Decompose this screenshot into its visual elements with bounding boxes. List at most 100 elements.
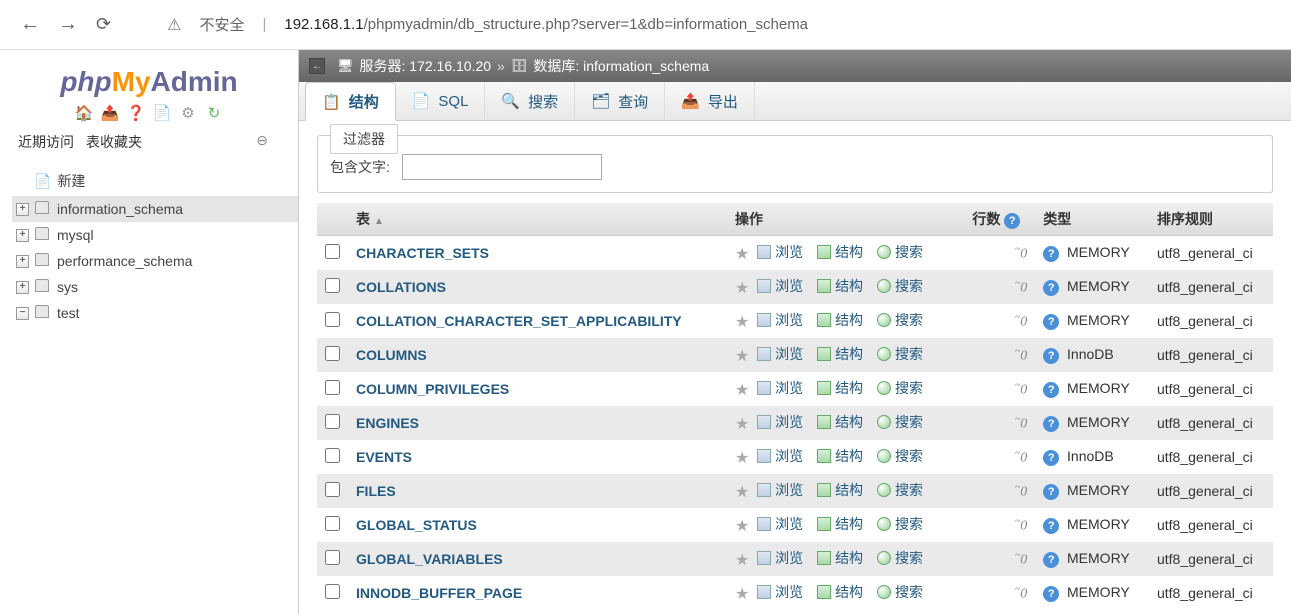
db-item-performance_schema[interactable]: +performance_schema: [12, 248, 298, 274]
help-icon[interactable]: ?: [1043, 518, 1059, 534]
structure-link[interactable]: 结构: [817, 582, 863, 602]
reload-nav-icon[interactable]: ↻: [205, 104, 223, 122]
favorite-star-icon[interactable]: ★: [735, 314, 749, 331]
browse-link[interactable]: 浏览: [757, 344, 803, 364]
browse-link[interactable]: 浏览: [757, 412, 803, 432]
logo[interactable]: phpMyAdmin: [0, 66, 298, 98]
browse-link[interactable]: 浏览: [757, 582, 803, 602]
table-name-link[interactable]: EVENTS: [356, 449, 412, 465]
row-checkbox[interactable]: [325, 516, 340, 531]
structure-link[interactable]: 结构: [817, 548, 863, 568]
link-icon[interactable]: ⊖: [256, 132, 268, 149]
search-link[interactable]: 搜索: [877, 582, 923, 602]
structure-link[interactable]: 结构: [817, 412, 863, 432]
row-checkbox[interactable]: [325, 550, 340, 565]
favorite-star-icon[interactable]: ★: [735, 450, 749, 467]
structure-link[interactable]: 结构: [817, 344, 863, 364]
row-checkbox[interactable]: [325, 380, 340, 395]
structure-link[interactable]: 结构: [817, 480, 863, 500]
col-rows[interactable]: 行数 ?: [964, 203, 1035, 236]
row-checkbox[interactable]: [325, 448, 340, 463]
search-link[interactable]: 搜索: [877, 344, 923, 364]
search-link[interactable]: 搜索: [877, 310, 923, 330]
search-link[interactable]: 搜索: [877, 412, 923, 432]
structure-link[interactable]: 结构: [817, 446, 863, 466]
table-name-link[interactable]: ENGINES: [356, 415, 419, 431]
favorite-star-icon[interactable]: ★: [735, 382, 749, 399]
db-item-sys[interactable]: +sys: [12, 274, 298, 300]
server-link[interactable]: 服务器: 172.16.10.20: [360, 56, 492, 76]
table-name-link[interactable]: COLUMN_PRIVILEGES: [356, 381, 509, 397]
sql-window-icon[interactable]: 📄: [153, 104, 171, 122]
search-link[interactable]: 搜索: [877, 480, 923, 500]
row-checkbox[interactable]: [325, 312, 340, 327]
tab-SQL[interactable]: 📄SQL: [396, 82, 486, 120]
expand-icon[interactable]: +: [16, 281, 29, 294]
tab-结构[interactable]: 📋结构: [305, 82, 396, 121]
row-checkbox[interactable]: [325, 278, 340, 293]
help-icon[interactable]: ?: [1043, 552, 1059, 568]
back-button[interactable]: ←: [20, 13, 40, 36]
row-checkbox[interactable]: [325, 346, 340, 361]
row-checkbox[interactable]: [325, 244, 340, 259]
collapse-nav-button[interactable]: ←: [309, 58, 325, 74]
help-icon[interactable]: ?: [1004, 213, 1020, 229]
logout-icon[interactable]: 📤: [101, 104, 119, 122]
expand-icon[interactable]: −: [16, 307, 29, 320]
favorite-star-icon[interactable]: ★: [735, 586, 749, 603]
col-table[interactable]: 表▲: [348, 203, 727, 236]
favorite-star-icon[interactable]: ★: [735, 416, 749, 433]
table-name-link[interactable]: COLLATIONS: [356, 279, 446, 295]
row-checkbox[interactable]: [325, 414, 340, 429]
structure-link[interactable]: 结构: [817, 514, 863, 534]
favorite-star-icon[interactable]: ★: [735, 280, 749, 297]
help-icon[interactable]: ?: [1043, 280, 1059, 296]
search-link[interactable]: 搜索: [877, 242, 923, 262]
tab-搜索[interactable]: 🔍搜索: [485, 82, 575, 120]
help-icon[interactable]: ?: [1043, 484, 1059, 500]
structure-link[interactable]: 结构: [817, 276, 863, 296]
favorite-star-icon[interactable]: ★: [735, 552, 749, 569]
filter-input[interactable]: [402, 154, 602, 180]
browse-link[interactable]: 浏览: [757, 276, 803, 296]
db-item-mysql[interactable]: +mysql: [12, 222, 298, 248]
browse-link[interactable]: 浏览: [757, 310, 803, 330]
new-db-link[interactable]: 📄 新建: [12, 166, 298, 196]
url-bar[interactable]: 192.168.1.1/phpmyadmin/db_structure.php?…: [284, 16, 808, 33]
settings-icon[interactable]: ⚙: [179, 104, 197, 122]
table-name-link[interactable]: INNODB_BUFFER_PAGE: [356, 585, 522, 601]
table-name-link[interactable]: CHARACTER_SETS: [356, 245, 489, 261]
favorites-tab[interactable]: 表收藏夹: [86, 132, 142, 152]
search-link[interactable]: 搜索: [877, 276, 923, 296]
tab-查询[interactable]: 🗂查询: [575, 82, 665, 120]
col-collation[interactable]: 排序规则: [1149, 203, 1273, 236]
help-icon[interactable]: ?: [1043, 348, 1059, 364]
favorite-star-icon[interactable]: ★: [735, 246, 749, 263]
table-name-link[interactable]: GLOBAL_VARIABLES: [356, 551, 503, 567]
favorite-star-icon[interactable]: ★: [735, 484, 749, 501]
table-name-link[interactable]: FILES: [356, 483, 396, 499]
structure-link[interactable]: 结构: [817, 310, 863, 330]
structure-link[interactable]: 结构: [817, 378, 863, 398]
db-item-information_schema[interactable]: +information_schema: [12, 196, 298, 222]
browse-link[interactable]: 浏览: [757, 514, 803, 534]
expand-icon[interactable]: +: [16, 229, 29, 242]
row-checkbox[interactable]: [325, 584, 340, 599]
browse-link[interactable]: 浏览: [757, 446, 803, 466]
expand-icon[interactable]: +: [16, 203, 29, 216]
table-name-link[interactable]: COLLATION_CHARACTER_SET_APPLICABILITY: [356, 313, 682, 329]
search-link[interactable]: 搜索: [877, 378, 923, 398]
expand-icon[interactable]: +: [16, 255, 29, 268]
help-icon[interactable]: ?: [1043, 246, 1059, 262]
docs-icon[interactable]: ❓: [127, 104, 145, 122]
help-icon[interactable]: ?: [1043, 382, 1059, 398]
browse-link[interactable]: 浏览: [757, 242, 803, 262]
help-icon[interactable]: ?: [1043, 450, 1059, 466]
help-icon[interactable]: ?: [1043, 586, 1059, 602]
help-icon[interactable]: ?: [1043, 314, 1059, 330]
search-link[interactable]: 搜索: [877, 548, 923, 568]
tab-导出[interactable]: 📤导出: [665, 82, 755, 120]
favorite-star-icon[interactable]: ★: [735, 518, 749, 535]
recent-tab[interactable]: 近期访问: [18, 132, 74, 152]
structure-link[interactable]: 结构: [817, 242, 863, 262]
